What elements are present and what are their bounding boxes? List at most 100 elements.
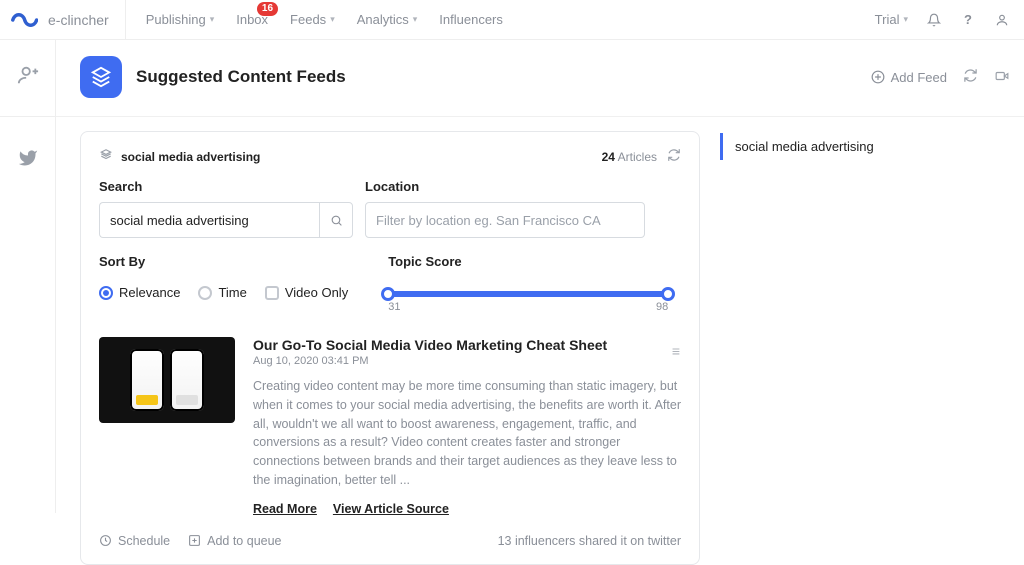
feed-card: social media advertising 24 Articles Sea… (80, 131, 700, 565)
chevron-down-icon: ▾ (330, 14, 335, 25)
page-icon (80, 56, 122, 98)
article-thumbnail[interactable] (99, 337, 235, 423)
sort-label: Sort By (99, 254, 348, 269)
bell-icon[interactable] (926, 12, 942, 28)
radio-dot-icon (99, 286, 113, 300)
article-links: Read More View Article Source (253, 502, 681, 516)
nav-influencers[interactable]: Influencers (439, 12, 503, 27)
sort-row: Sort By Relevance Time (99, 254, 681, 313)
location-input[interactable] (365, 202, 645, 238)
add-profile-icon[interactable] (17, 64, 39, 86)
radio-time-label: Time (218, 285, 246, 300)
app-body: Suggested Content Feeds Add Feed (0, 40, 1024, 513)
radio-relevance-label: Relevance (119, 285, 180, 300)
divider (56, 116, 1024, 117)
slider-labels: 31 98 (388, 301, 668, 313)
refresh-icon[interactable] (963, 68, 978, 86)
twitter-icon[interactable] (17, 147, 39, 169)
nav-analytics-label: Analytics (357, 12, 409, 27)
score-slider[interactable]: 31 98 (388, 277, 668, 313)
user-icon[interactable] (994, 12, 1010, 28)
clock-icon (99, 534, 112, 547)
inbox-badge: 16 (257, 2, 278, 16)
radio-dot-icon (198, 286, 212, 300)
trial-label: Trial (875, 12, 900, 27)
main-content: Suggested Content Feeds Add Feed (56, 40, 1024, 513)
read-more-link[interactable]: Read More (253, 502, 317, 516)
search-input[interactable] (99, 202, 319, 238)
search-icon (330, 214, 343, 227)
trial-menu[interactable]: Trial ▾ (875, 12, 908, 27)
app-header: e-clincher Publishing ▾ Inbox 16 Feeds ▾… (0, 0, 1024, 40)
sidebar-divider (0, 116, 55, 117)
nav-feeds-label: Feeds (290, 12, 326, 27)
sort-col: Sort By Relevance Time (99, 254, 348, 313)
right-column: social media advertising (720, 131, 1010, 160)
nav-publishing-label: Publishing (146, 12, 206, 27)
video-icon[interactable] (994, 69, 1010, 86)
radio-time[interactable]: Time (198, 285, 246, 300)
filter-row: Search Location (99, 179, 681, 238)
nav-influencers-label: Influencers (439, 12, 503, 27)
header-right: Trial ▾ ? (875, 12, 1010, 28)
article-date: Aug 10, 2020 03:41 PM (253, 355, 681, 367)
location-col: Location (365, 179, 645, 238)
nav-analytics[interactable]: Analytics ▾ (357, 12, 418, 27)
chevron-down-icon: ▾ (903, 14, 908, 25)
add-feed-button[interactable]: Add Feed (871, 70, 947, 85)
page-head: Suggested Content Feeds Add Feed (80, 56, 1010, 98)
add-queue-button[interactable]: Add to queue (188, 534, 281, 548)
article-count-label: Articles (618, 150, 657, 164)
logo[interactable]: e-clincher (10, 0, 126, 40)
add-feed-label: Add Feed (891, 70, 947, 85)
chevron-down-icon: ▾ (210, 14, 215, 25)
article-item: ≡ Our Go-To Social Media Video Marketing… (99, 331, 681, 516)
article-title[interactable]: Our Go-To Social Media Video Marketing C… (253, 337, 681, 353)
nav-inbox[interactable]: Inbox 16 (236, 12, 268, 27)
search-wrap (99, 202, 353, 238)
brand-text: e-clincher (48, 12, 109, 28)
plus-square-icon (188, 534, 201, 547)
feed-tab-active[interactable]: social media advertising (720, 133, 1010, 160)
sort-radios: Relevance Time Video Only (99, 285, 348, 300)
schedule-button[interactable]: Schedule (99, 534, 170, 548)
left-sidebar (0, 40, 56, 513)
nav-feeds[interactable]: Feeds ▾ (290, 12, 335, 27)
shared-text: 13 influencers shared it on twitter (498, 534, 681, 548)
card-head-right: 24 Articles (602, 148, 681, 165)
search-button[interactable] (319, 202, 353, 238)
article-footer: Schedule Add to queue 13 influencers sha… (99, 534, 681, 548)
check-video-label: Video Only (285, 285, 348, 300)
logo-mark-icon (10, 10, 38, 30)
nav-publishing[interactable]: Publishing ▾ (146, 12, 215, 27)
location-label: Location (365, 179, 645, 194)
check-video-only[interactable]: Video Only (265, 285, 348, 300)
article-body: ≡ Our Go-To Social Media Video Marketing… (253, 337, 681, 516)
main-nav: Publishing ▾ Inbox 16 Feeds ▾ Analytics … (146, 12, 503, 27)
card-refresh-icon[interactable] (667, 148, 681, 165)
chevron-down-icon: ▾ (413, 14, 418, 25)
feed-name: social media advertising (121, 150, 260, 164)
article-excerpt: Creating video content may be more time … (253, 377, 681, 490)
radio-relevance[interactable]: Relevance (99, 285, 180, 300)
page-actions: Add Feed (871, 68, 1010, 86)
help-icon[interactable]: ? (960, 12, 976, 28)
columns: social media advertising 24 Articles Sea… (80, 131, 1010, 565)
slider-thumb-max[interactable] (661, 287, 675, 301)
schedule-label: Schedule (118, 534, 170, 548)
article-count: 24 (602, 150, 615, 164)
article-more-icon[interactable]: ≡ (672, 343, 681, 359)
slider-track (388, 291, 668, 297)
view-source-link[interactable]: View Article Source (333, 502, 449, 516)
page-title: Suggested Content Feeds (136, 67, 346, 87)
score-label: Topic Score (388, 254, 668, 269)
score-col: Topic Score 31 98 (388, 254, 668, 313)
search-col: Search (99, 179, 353, 238)
phone-mock-icon (130, 349, 164, 411)
slider-thumb-min[interactable] (381, 287, 395, 301)
score-max: 98 (656, 301, 668, 313)
checkbox-icon (265, 286, 279, 300)
layers-icon (99, 148, 113, 165)
add-queue-label: Add to queue (207, 534, 281, 548)
card-head: social media advertising 24 Articles (99, 148, 681, 165)
